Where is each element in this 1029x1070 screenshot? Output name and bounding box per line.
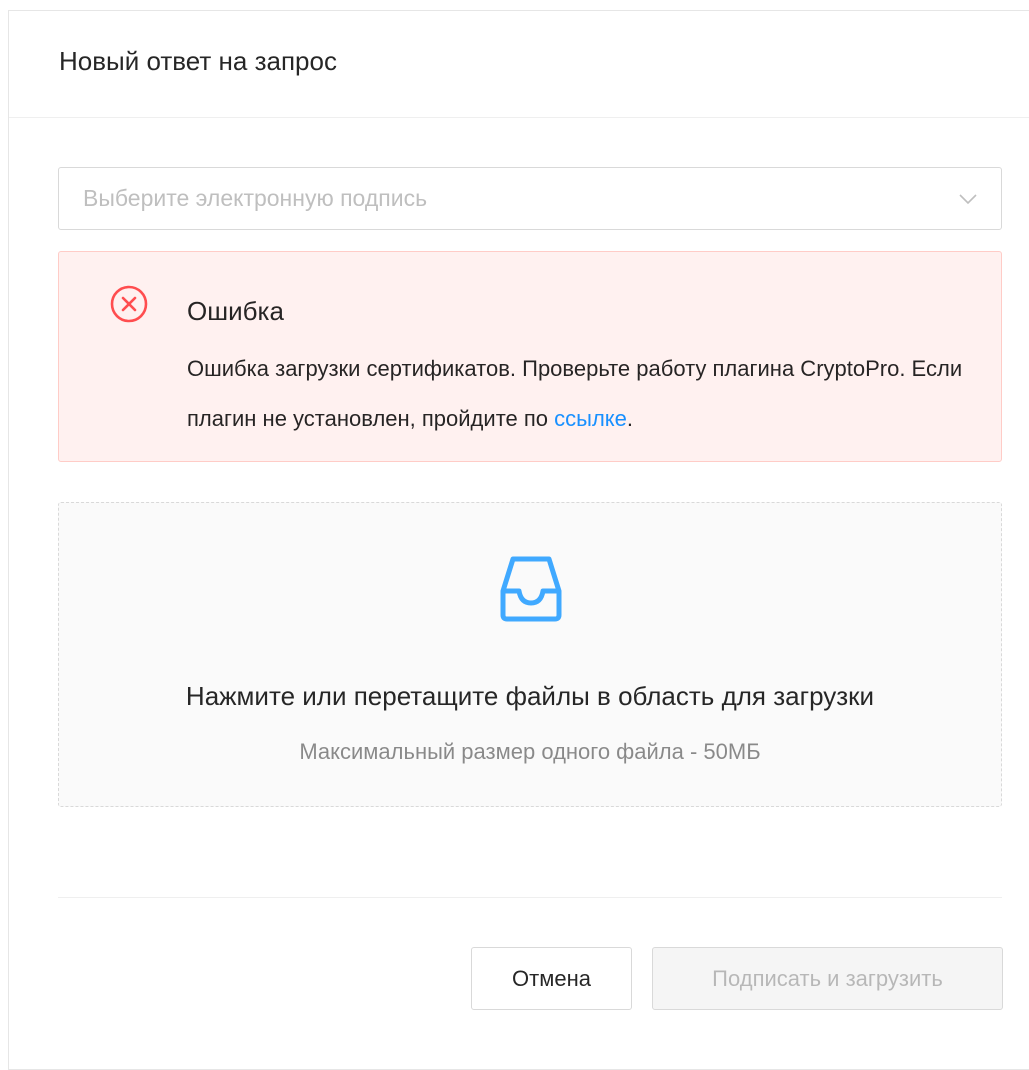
footer-divider (58, 897, 1002, 898)
sign-and-upload-button[interactable]: Подписать и загрузить (652, 947, 1003, 1010)
alert-title: Ошибка (187, 296, 284, 326)
upload-text: Нажмите или перетащите файлы в область д… (185, 681, 875, 711)
inbox-icon (500, 556, 562, 622)
modal-title: Новый ответ на запрос (59, 45, 337, 76)
upload-dropzone[interactable]: Нажмите или перетащите файлы в область д… (58, 502, 1002, 807)
modal-header: Новый ответ на запрос (9, 11, 1029, 118)
cancel-button[interactable]: Отмена (471, 947, 632, 1010)
chevron-down-icon (959, 194, 977, 205)
close-circle-icon (110, 285, 148, 323)
signature-select[interactable]: Выберите электронную подпись (58, 167, 1002, 230)
plugin-install-link[interactable]: ссылке (554, 406, 627, 431)
alert-description-end: . (626, 406, 634, 431)
signature-select-placeholder: Выберите электронную подпись (83, 185, 428, 211)
upload-hint: Максимальный размер одного файла - 50МБ (299, 739, 761, 764)
response-modal: Новый ответ на запрос Выберите электронн… (8, 10, 1029, 1070)
error-alert: Ошибка Ошибка загрузки сертификатов. Про… (58, 251, 1002, 462)
alert-description: Ошибка загрузки сертификатов. Проверьте … (187, 344, 977, 444)
